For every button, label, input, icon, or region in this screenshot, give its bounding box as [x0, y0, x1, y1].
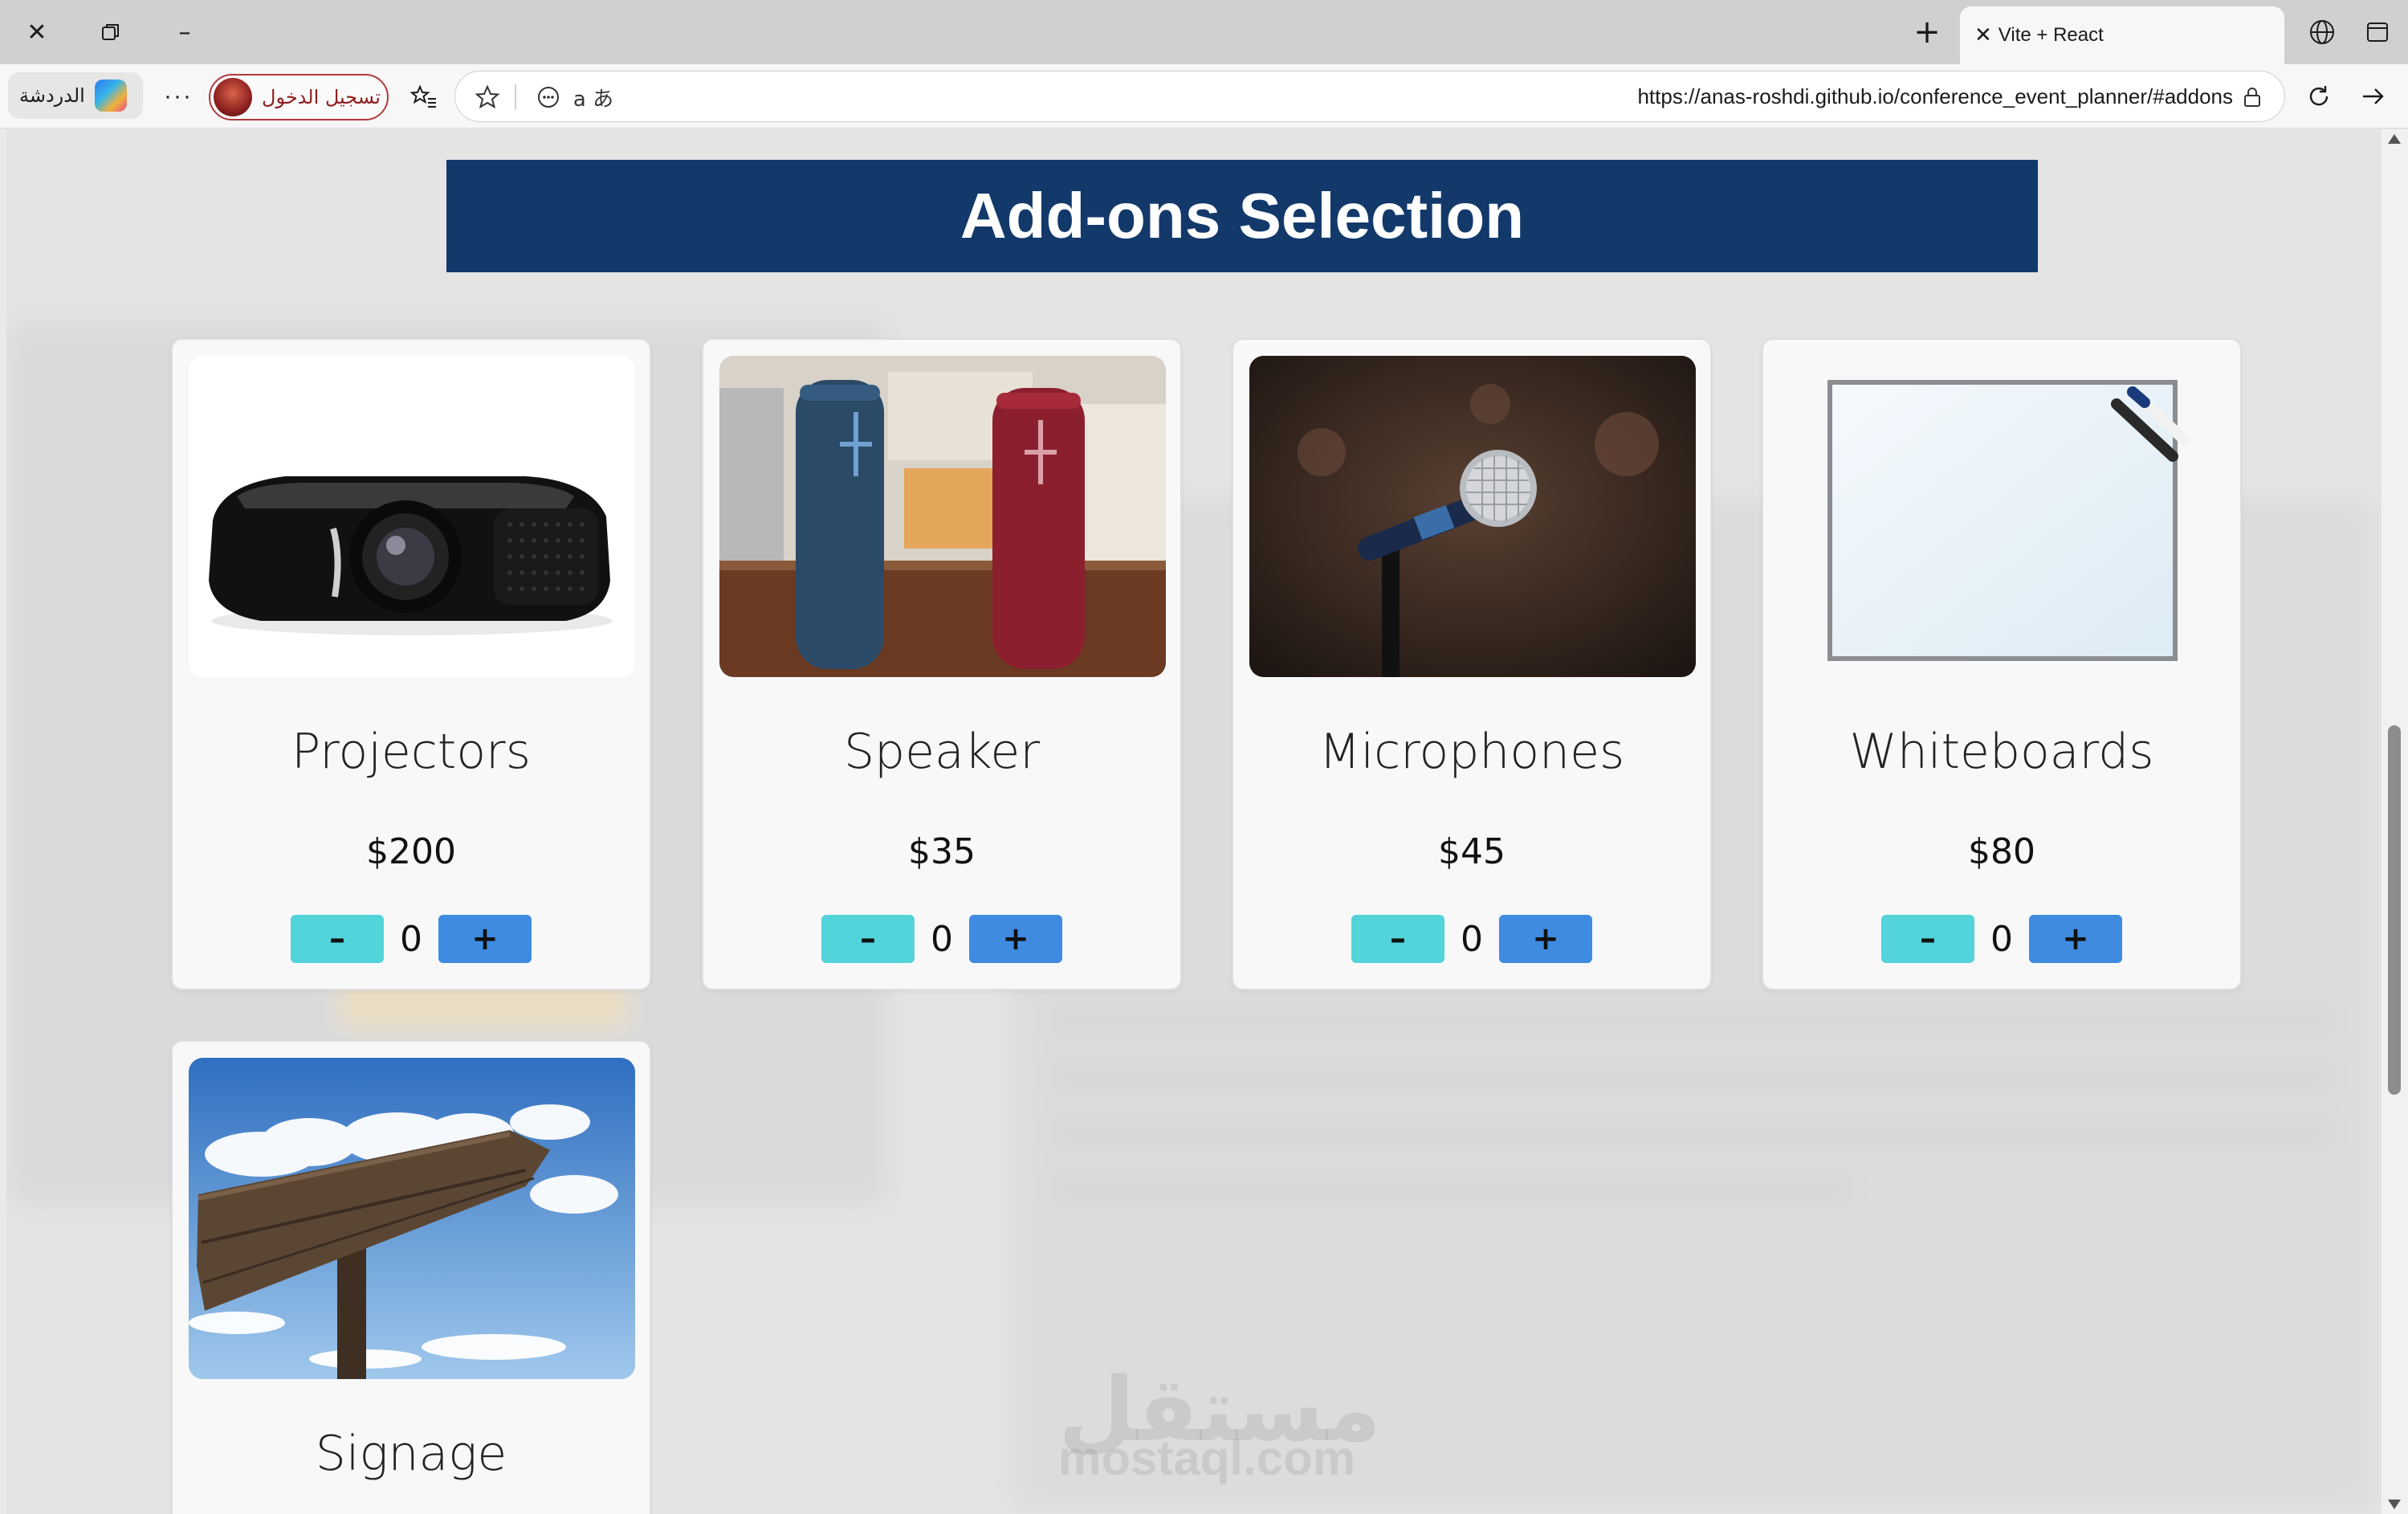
chat-button[interactable]: الدردشة [8, 72, 143, 119]
page-scrollbar[interactable] [2382, 129, 2408, 1514]
quantity-value: 0 [931, 918, 953, 960]
quantity-value: 0 [1461, 918, 1483, 960]
reading-view-icon[interactable] [528, 76, 569, 118]
addon-price: $45 [1438, 831, 1506, 872]
tab-vite-react[interactable]: ✕ Vite + React [1960, 6, 2284, 64]
quantity-stepper: – 0 + [173, 915, 650, 963]
quantity-value: 0 [1990, 918, 2013, 960]
url-text[interactable]: https://anas-roshdi.github.io/conference… [1637, 71, 2233, 121]
copilot-icon [94, 80, 127, 112]
addon-card-speaker: Speaker $35 – 0 + [702, 338, 1182, 990]
decrement-button[interactable]: – [1351, 915, 1444, 963]
globe-icon[interactable] [2301, 11, 2343, 53]
signin-label: تسجيل الدخول [262, 86, 381, 108]
scrollbar-thumb[interactable] [2388, 725, 2401, 1095]
profile-avatar [214, 78, 252, 116]
addon-name: Signage [315, 1426, 507, 1482]
more-options-icon[interactable]: ··· [157, 75, 199, 117]
addon-card-microphones: Microphones $45 – 0 + [1232, 338, 1712, 990]
tab-title: Vite + React [1998, 24, 2104, 46]
increment-button[interactable]: + [438, 915, 532, 963]
quantity-value: 0 [400, 918, 422, 960]
site-lock-icon[interactable] [2231, 76, 2273, 118]
reload-icon[interactable] [2298, 75, 2340, 117]
favorites-icon[interactable] [403, 75, 445, 117]
window-close-icon[interactable]: ✕ [14, 10, 59, 55]
watermark-english: mostaql.com [1058, 1431, 1356, 1485]
new-tab-icon[interactable]: + [1905, 10, 1950, 55]
addon-price: $35 [908, 831, 976, 872]
scroll-up-arrow-icon[interactable] [2388, 134, 2401, 144]
addon-card-whiteboards: Whiteboards $80 – 0 + [1762, 338, 2242, 990]
page-title: Add-ons Selection [960, 180, 1525, 251]
add-favorite-star-icon[interactable] [467, 76, 508, 118]
chat-label: الدردشة [19, 84, 85, 107]
tab-close-icon[interactable]: ✕ [1974, 23, 1992, 47]
window-restore-icon[interactable] [88, 10, 133, 55]
whiteboard-image [1779, 356, 2226, 677]
signpost-image [189, 1058, 635, 1379]
address-divider [515, 84, 516, 110]
increment-button[interactable]: + [2029, 915, 2122, 963]
addon-name: Microphones [1318, 724, 1625, 780]
addon-card-projectors: Projectors $200 – 0 + [171, 338, 651, 990]
addon-price: $200 [366, 831, 456, 872]
decrement-button[interactable]: – [821, 915, 915, 963]
increment-button[interactable]: + [1499, 915, 1592, 963]
forward-arrow-icon[interactable] [2353, 75, 2394, 117]
signin-button[interactable]: تسجيل الدخول [209, 74, 389, 120]
addon-price: $80 [1968, 831, 2035, 872]
page-viewport: مستقل mostaql.com Add-ons Selection Proj… [6, 129, 2382, 1514]
quantity-stepper: – 0 + [703, 915, 1180, 963]
microphone-image [1249, 356, 1696, 677]
browser-toolbar: الدردشة ··· تسجيل الدخول a あ https://ana… [0, 64, 2408, 129]
increment-button[interactable]: + [969, 915, 1062, 963]
sidebar-toggle-icon[interactable] [2357, 11, 2398, 53]
speakers-image [719, 356, 1166, 677]
addons-section-heading: Add-ons Selection [446, 160, 2038, 272]
decrement-button[interactable]: – [1881, 915, 1974, 963]
decrement-button[interactable]: – [291, 915, 384, 963]
scroll-down-arrow-icon[interactable] [2388, 1500, 2401, 1509]
addon-name: Projectors [291, 724, 531, 780]
translate-icon[interactable]: a あ [572, 76, 614, 118]
projector-image [189, 356, 635, 677]
addon-name: Whiteboards [1849, 724, 2154, 780]
quantity-stepper: – 0 + [1763, 915, 2240, 963]
addon-name: Speaker [843, 724, 1041, 780]
addon-card-signage: Signage [171, 1040, 651, 1514]
address-bar[interactable]: a あ https://anas-roshdi.github.io/confer… [454, 71, 2285, 122]
window-minimize-icon[interactable]: – [162, 10, 207, 55]
browser-titlebar: ✕ – + ✕ Vite + React [0, 0, 2408, 64]
quantity-stepper: – 0 + [1233, 915, 1710, 963]
